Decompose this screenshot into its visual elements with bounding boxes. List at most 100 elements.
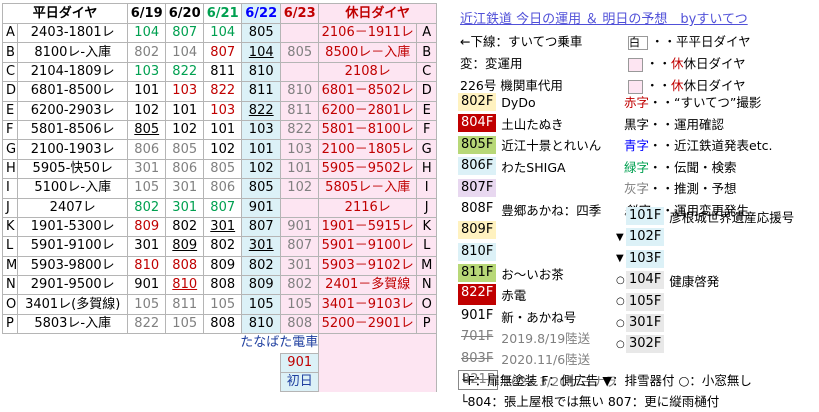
row-id-side: I <box>416 178 438 199</box>
assignment-cell: 810 <box>165 275 205 296</box>
holiday-run: 3401－9103レ <box>318 294 418 315</box>
car-item: 901F 新・あかね号 <box>458 306 576 326</box>
event-sched <box>318 333 438 354</box>
assignment-cell: 301 <box>241 236 282 257</box>
assignment-cell: 807 <box>203 197 243 218</box>
assignment-cell: 101 <box>127 81 167 102</box>
assignment-cell: 807 <box>280 236 320 257</box>
run-number: 2100-1903レ <box>17 139 129 160</box>
holiday-run: 2116レ <box>318 197 418 218</box>
table-row: G 2100-1903レ 806 805 102 101 103 2100－1805レ G <box>1 139 438 160</box>
table-row: F 5801-8506レ 805 102 101 103 822 5801－8100レ F <box>1 119 438 141</box>
holiday-run: 5905－9502レ <box>318 158 418 180</box>
car-item: 809F <box>458 220 501 240</box>
small-car-number: 302F <box>626 335 665 354</box>
assignment-cell: 802 <box>127 42 167 63</box>
assignment-cell: 810 <box>241 313 282 335</box>
assignment-cell: 809 <box>127 216 167 238</box>
car-number: 806F <box>458 157 497 176</box>
small-car-item: ○ 301F <box>616 313 669 333</box>
color-desc: ・・近江鉄道発表etc. <box>649 138 773 153</box>
event-value: 初日 <box>280 372 320 393</box>
event-value: 901 <box>280 352 320 374</box>
row-id: N <box>1 275 19 296</box>
table-row: C 2104-1809レ 103 822 811 810 2108レ C <box>1 61 438 83</box>
car-item: 802F DyDo <box>458 92 536 112</box>
assignment-cell: 808 <box>280 313 320 335</box>
car-mark: ▼ <box>616 253 624 265</box>
row-id-side: F <box>416 119 438 141</box>
assignment-cell: 301 <box>127 236 167 257</box>
holiday-run: 2106－1911レ <box>318 22 418 44</box>
page-title: 近江鉄道 今日の運用 ＆ 明日の予想 byすいてつ <box>460 12 748 27</box>
car-number: 901F <box>458 307 497 325</box>
row-id: J <box>1 197 19 218</box>
small-car-number: 301F <box>626 314 665 332</box>
event-label <box>3 373 281 392</box>
small-car-number: 101F <box>626 207 665 225</box>
holiday-run: 5801－8100レ <box>318 119 418 141</box>
assignment-cell: 806 <box>165 158 205 180</box>
assignment-cell: 901 <box>127 275 167 296</box>
run-number: 2403-1801レ <box>17 22 129 44</box>
color-desc: ・・推測・予想 <box>649 181 737 196</box>
header-row: 平日ダイヤ 6/19 6/20 6/21 6/22 6/23 休日ダイヤ <box>1 3 438 24</box>
row-id: E <box>1 100 19 121</box>
car-mark: ○ <box>616 274 625 286</box>
row-id: B <box>1 42 19 63</box>
assignment-cell: 301 <box>203 216 243 238</box>
row-id-side: P <box>416 313 438 335</box>
color-legend-item: 青字・・近江鉄道発表etc. <box>624 135 772 154</box>
header-date-0: 6/19 <box>127 3 167 24</box>
assignment-cell: 802 <box>241 255 282 277</box>
car-mark: ○ <box>616 338 625 350</box>
car-item: 810F <box>458 242 501 262</box>
assignment-cell: 808 <box>165 255 205 277</box>
assignment-cell: 802 <box>280 275 320 296</box>
schedule-prefix: ・・ <box>646 78 672 93</box>
car-label: 赤電 <box>501 288 527 304</box>
holiday-run: 2100－1805レ <box>318 139 418 160</box>
car-item: 805F 近江十景とれいん <box>458 135 601 155</box>
assignment-cell: 103 <box>165 81 205 102</box>
holiday-run: 5901－9100レ <box>318 236 418 257</box>
run-number: 5803レ-入庫 <box>17 313 129 335</box>
assignment-cell: 105 <box>127 294 167 315</box>
row-id: C <box>1 61 19 83</box>
assignment-cell: 807 <box>203 42 243 63</box>
event-row: 初日 <box>3 372 438 393</box>
car-mark: ▼ <box>616 231 624 243</box>
color-desc: ・・伝聞・検索 <box>649 159 737 175</box>
legend-note: 変：変運用 <box>460 56 523 71</box>
car-label: お～いお茶 <box>501 266 564 282</box>
assignment-cell: 808 <box>203 275 243 296</box>
assignment-cell: 822 <box>165 61 205 83</box>
row-id-side: K <box>416 216 438 238</box>
row-id-side: A <box>416 22 438 44</box>
car-mark: ○ <box>616 296 625 308</box>
holiday-run: 8500レ－入庫 <box>318 42 418 63</box>
run-number: 5905-快50レ <box>17 158 129 180</box>
car-number: 701F <box>458 328 497 347</box>
row-id: I <box>1 178 19 199</box>
assignment-cell: 301 <box>280 255 320 277</box>
assignment-cell: 102 <box>241 158 282 180</box>
schedule-prefix: ・・ <box>646 56 672 71</box>
small-car-item: 101F 彦根城世界遺産応援号 <box>616 206 794 226</box>
assignment-cell: 105 <box>165 313 205 335</box>
assignment-cell: 807 <box>165 22 205 44</box>
color-legend-item: 緑字・・伝聞・検索 <box>624 157 737 176</box>
car-item: 806F わたSHIGA <box>458 156 566 176</box>
header-date-1: 6/20 <box>165 3 205 24</box>
footer-note-2: └804：張上屋根では無い 807：更に縦雨樋付 <box>460 394 720 409</box>
run-number: 1901-5300レ <box>17 216 129 238</box>
car-number: 808F <box>458 200 497 218</box>
run-number: 3401レ(多賀線) <box>17 294 129 315</box>
header-schedule-label: 休日ダイヤ <box>318 3 438 24</box>
assignment-cell: 822 <box>127 313 167 335</box>
car-label: 土山たぬき <box>501 116 564 132</box>
assignment-cell: 901 <box>241 197 282 218</box>
assignment-cell: 103 <box>203 100 243 121</box>
assignment-cell: 809 <box>203 255 243 277</box>
schedule-first-char: 休 <box>671 56 684 71</box>
